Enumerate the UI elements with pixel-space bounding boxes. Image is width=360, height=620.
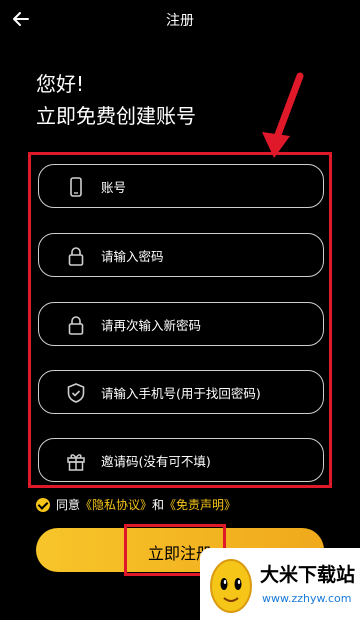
lock-icon xyxy=(68,316,84,335)
confirm-password-input[interactable] xyxy=(99,303,311,347)
greeting-line-1: 您好! xyxy=(36,72,85,96)
agreement-prefix: 同意 xyxy=(56,498,81,512)
shield-icon xyxy=(67,383,85,403)
watermark: 大米下载站 www.zzhyw.com xyxy=(200,548,360,620)
invite-code-input[interactable] xyxy=(99,439,311,483)
page-title: 注册 xyxy=(166,13,194,29)
lock-icon xyxy=(68,247,84,266)
confirm-password-field[interactable] xyxy=(38,302,324,347)
greeting-line-2: 立即免费创建账号 xyxy=(36,104,196,128)
agreement-and: 和 xyxy=(152,498,165,512)
gift-icon xyxy=(67,454,85,471)
agreement-checkbox[interactable] xyxy=(36,497,50,512)
watermark-name: 大米下载站 xyxy=(260,564,356,586)
phone-icon xyxy=(70,177,82,197)
phone-field[interactable] xyxy=(38,370,324,415)
privacy-policy-link[interactable]: 《隐私协议》 xyxy=(80,496,152,513)
password-input[interactable] xyxy=(99,234,311,278)
phone-input[interactable] xyxy=(99,371,311,415)
disclaimer-link[interactable]: 《免责声明》 xyxy=(164,496,236,513)
agreement-row: 同意 《隐私协议》 和 《免责声明》 xyxy=(36,496,236,513)
rice-logo-icon xyxy=(210,559,252,613)
watermark-url: www.zzhyw.com xyxy=(262,592,352,605)
invite-code-field[interactable] xyxy=(38,438,324,483)
account-input[interactable] xyxy=(99,165,311,209)
account-field[interactable] xyxy=(38,164,324,209)
password-field[interactable] xyxy=(38,233,324,278)
annotation-arrow-icon xyxy=(262,72,304,158)
top-bar: 注册 xyxy=(0,0,360,40)
